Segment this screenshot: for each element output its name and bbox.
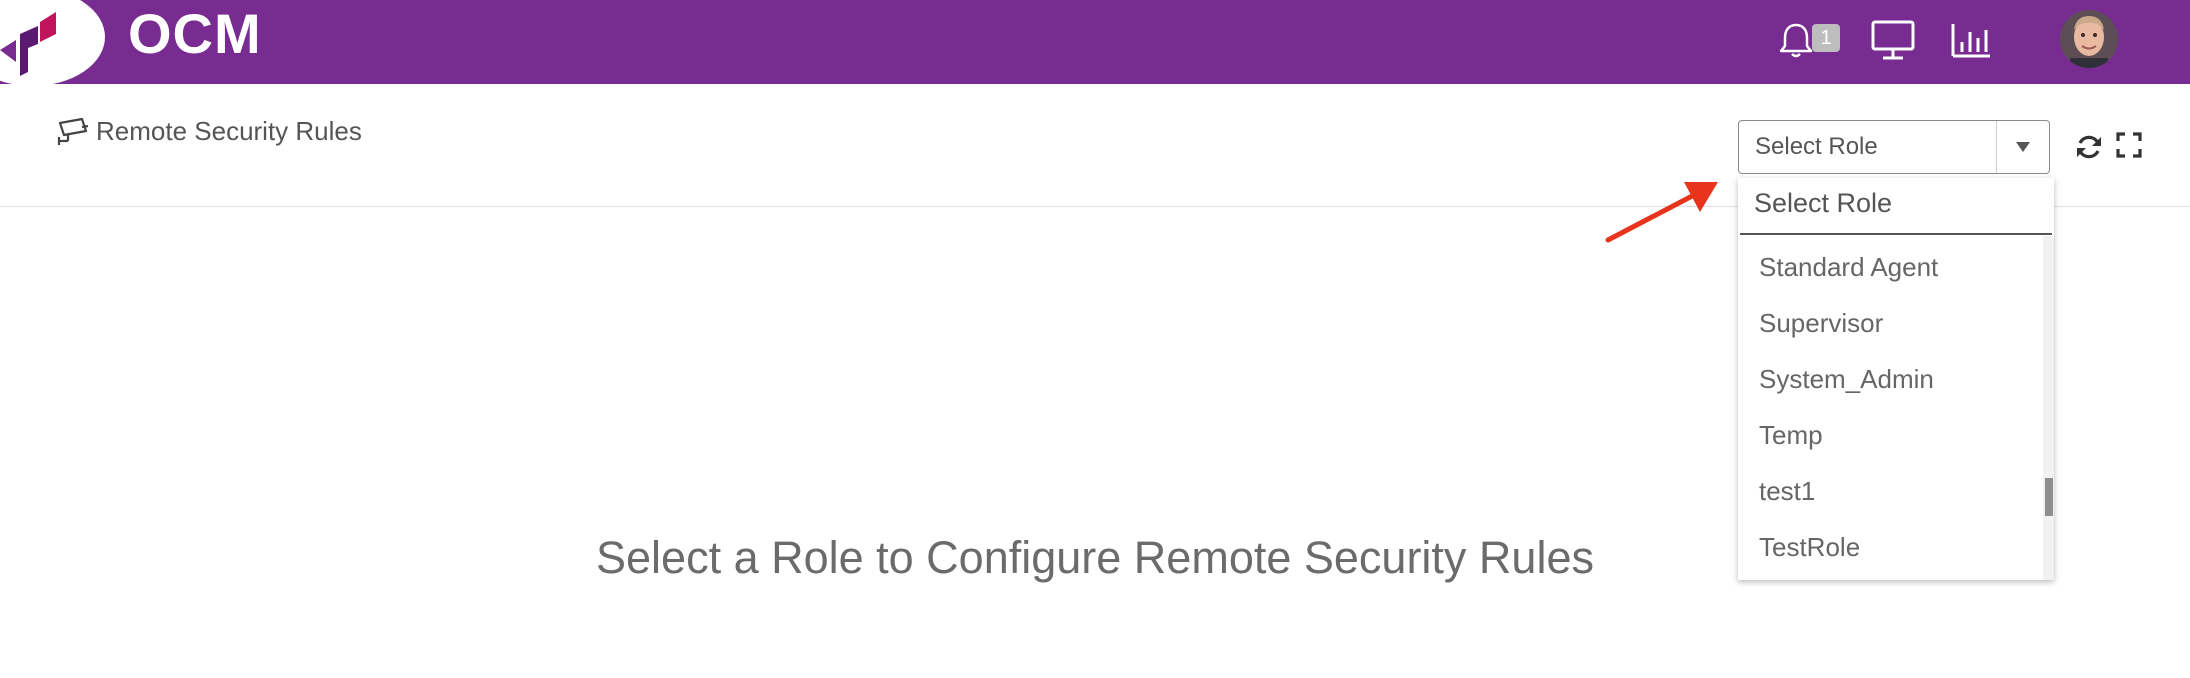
refresh-icon — [2077, 135, 2101, 159]
dropdown-options-list: Standard Agent Supervisor System_Admin T… — [1738, 236, 2044, 580]
fullscreen-icon — [2116, 132, 2142, 158]
empty-state-message: Select a Role to Configure Remote Securi… — [596, 532, 1594, 583]
role-select-value: Select Role — [1755, 133, 1878, 160]
monitor-button[interactable] — [1870, 18, 1916, 62]
dropdown-scrollbar[interactable] — [2043, 236, 2054, 580]
role-dropdown: Select Role Standard Agent Supervisor Sy… — [1738, 178, 2054, 580]
role-select-toggle[interactable] — [1996, 121, 2049, 173]
app-title: OCM — [128, 2, 262, 65]
monitor-icon — [1871, 20, 1915, 60]
top-bar: OCM 1 — [0, 0, 2190, 86]
page-title: Remote Security Rules — [96, 116, 362, 146]
reports-button[interactable] — [1950, 18, 1992, 62]
bar-chart-icon — [1951, 24, 1990, 58]
annotation-arrow-icon — [1605, 182, 1718, 243]
notifications-button[interactable]: 1 — [1776, 18, 1840, 62]
caret-down-icon — [2016, 142, 2030, 152]
logo[interactable] — [0, 0, 105, 86]
logo-mark-icon — [0, 12, 56, 76]
security-camera-icon — [57, 117, 89, 145]
dropdown-scrollbar-thumb[interactable] — [2045, 478, 2053, 516]
bell-icon — [1779, 23, 1813, 58]
avatar[interactable] — [2060, 10, 2118, 68]
notification-count-badge: 1 — [1812, 24, 1840, 52]
dropdown-option[interactable]: Temp — [1759, 420, 1823, 451]
user-photo — [2060, 10, 2118, 68]
dropdown-option[interactable]: test1 — [1759, 476, 1815, 507]
role-select[interactable]: Select Role — [1738, 120, 2050, 174]
dropdown-option[interactable]: Standard Agent — [1759, 252, 1938, 283]
fullscreen-button[interactable] — [2116, 132, 2142, 163]
dropdown-option[interactable]: Supervisor — [1759, 308, 1883, 339]
dropdown-separator — [1740, 233, 2052, 235]
refresh-button[interactable] — [2074, 132, 2104, 167]
dropdown-option[interactable]: System_Admin — [1759, 364, 1934, 395]
page-title-group: Remote Security Rules — [56, 116, 362, 147]
dropdown-placeholder-option[interactable]: Select Role — [1754, 188, 1892, 219]
